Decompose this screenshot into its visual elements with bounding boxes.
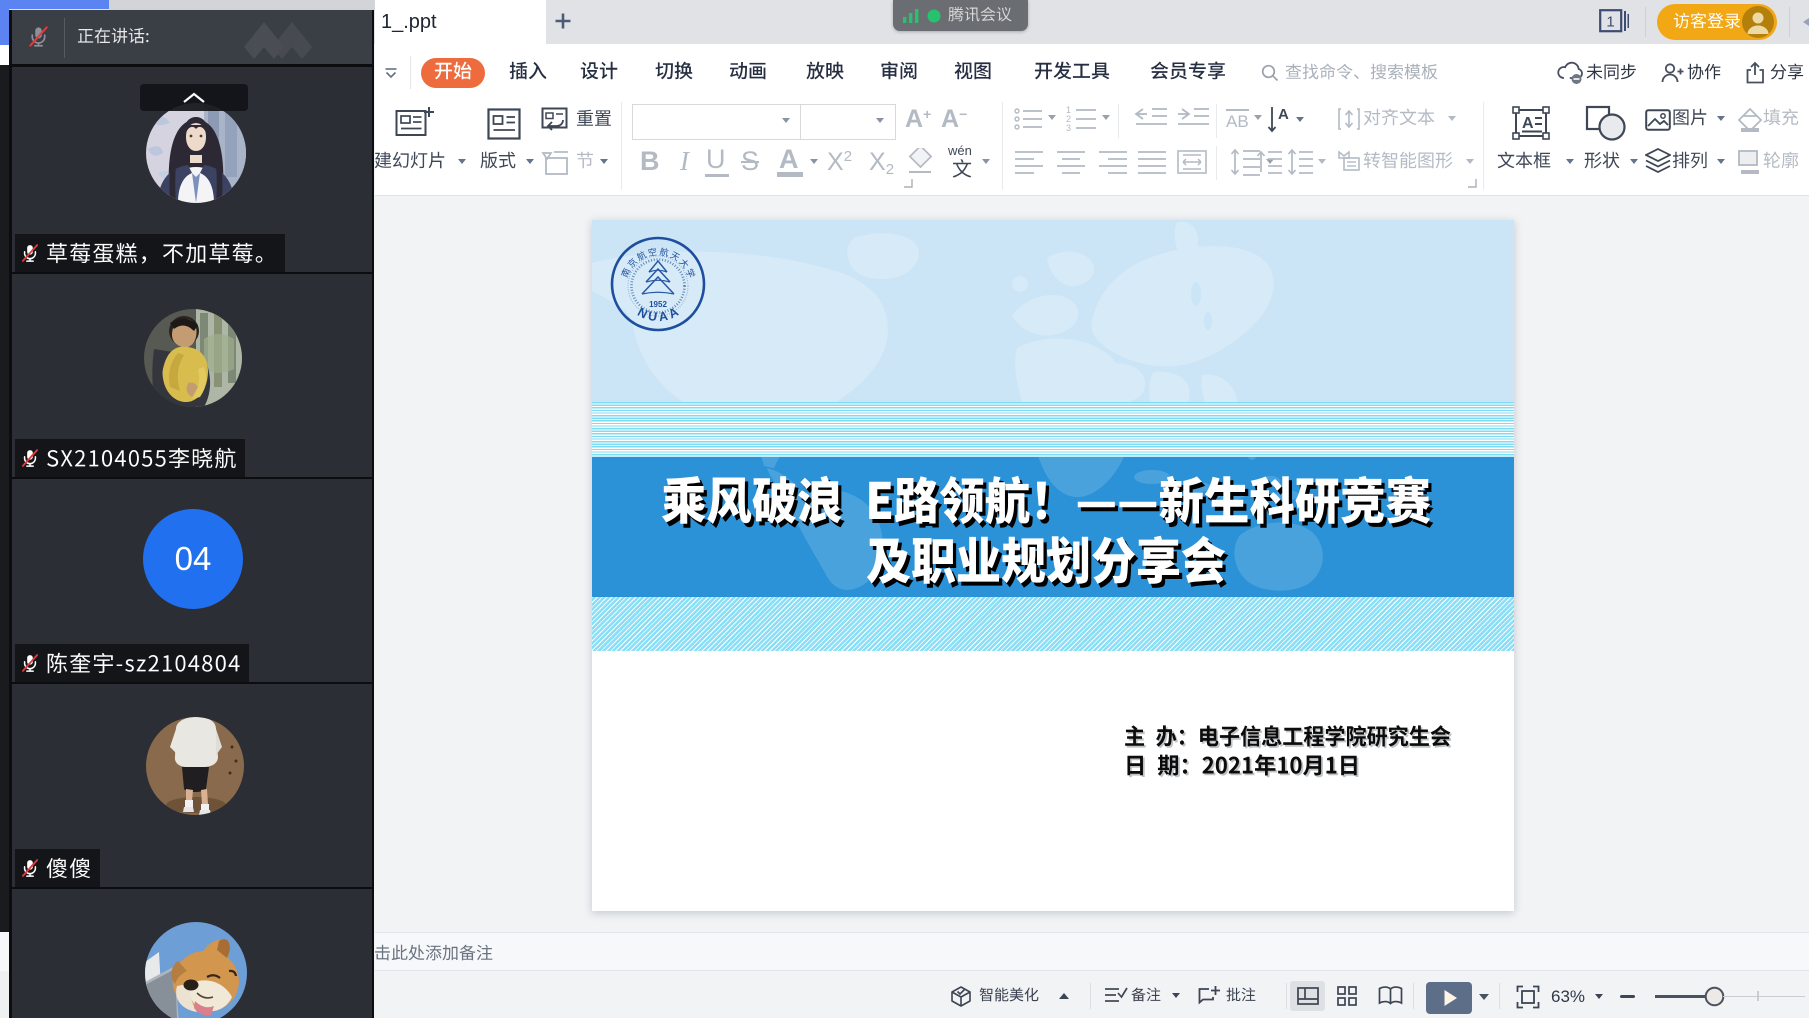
- svg-text:U: U: [647, 309, 658, 324]
- svg-text:A: A: [1522, 115, 1534, 132]
- svg-text:A: A: [1278, 106, 1289, 123]
- svg-text:1: 1: [1606, 14, 1614, 31]
- svg-text:1952: 1952: [649, 300, 667, 309]
- svg-text:wén: wén: [947, 144, 972, 158]
- svg-text:A: A: [666, 305, 681, 322]
- svg-text:3: 3: [1066, 123, 1071, 133]
